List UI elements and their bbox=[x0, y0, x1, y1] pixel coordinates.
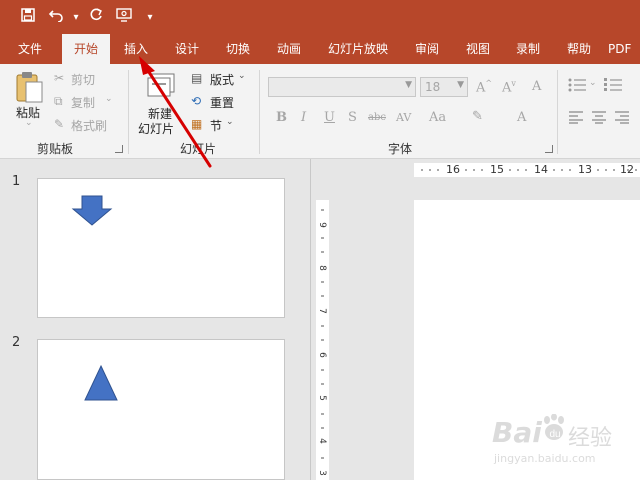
layout-dropdown-icon[interactable]: ⌄ bbox=[238, 71, 246, 81]
numbering-icon[interactable] bbox=[604, 78, 624, 95]
copy-dropdown-icon[interactable]: ⌄ bbox=[105, 94, 113, 104]
ruler-label: 13 bbox=[578, 163, 592, 176]
vertical-ruler: 9 8 7 6 5 4 3 bbox=[316, 200, 329, 480]
ribbon-separator bbox=[259, 70, 260, 154]
ruler-label: 14 bbox=[534, 163, 548, 176]
cut-button[interactable]: 剪切 bbox=[71, 71, 95, 88]
ribbon-separator bbox=[128, 70, 129, 154]
watermark-brand: Bai bbox=[492, 416, 542, 449]
slide-thumbnail-1[interactable] bbox=[37, 178, 285, 318]
ruler-label: 5 bbox=[316, 395, 327, 401]
strikethrough-button[interactable]: abc bbox=[368, 112, 386, 123]
shading-icon[interactable]: ✎ bbox=[472, 109, 483, 124]
clipboard-group-label: 剪贴板 bbox=[36, 142, 73, 156]
ruler-label: 9 bbox=[316, 222, 327, 228]
tab-view[interactable]: 视图 bbox=[456, 34, 500, 64]
copy-icon: ⧉ bbox=[54, 94, 63, 108]
tab-file[interactable]: 文件 bbox=[8, 34, 52, 64]
ruler-label: 16 bbox=[446, 163, 460, 176]
paw-icon: du bbox=[544, 414, 564, 440]
font-launcher-icon[interactable] bbox=[545, 145, 553, 153]
tab-review[interactable]: 审阅 bbox=[405, 34, 449, 64]
tab-record[interactable]: 录制 bbox=[506, 34, 550, 64]
slide-number: 2 bbox=[12, 335, 21, 350]
font-size-combo[interactable]: 18 ▼ bbox=[420, 77, 468, 97]
align-center-icon[interactable] bbox=[591, 110, 607, 127]
shadow-button[interactable]: S bbox=[348, 110, 357, 125]
slides-group-label: 幻灯片 bbox=[179, 142, 216, 156]
section-dropdown-icon[interactable]: ⌄ bbox=[226, 117, 234, 127]
quick-access-toolbar: ▾ ▾ bbox=[0, 0, 156, 34]
format-painter-icon: ✎ bbox=[54, 117, 65, 131]
decrease-font-size-icon[interactable]: Av bbox=[502, 79, 516, 95]
new-slide-label-2[interactable]: 幻灯片 bbox=[138, 120, 174, 137]
reset-icon: ⟲ bbox=[191, 94, 202, 108]
bullets-dropdown-icon[interactable]: ⌄ bbox=[589, 78, 597, 88]
baidu-watermark: Bai du 经验 jingyan.baidu.com bbox=[488, 404, 638, 474]
customize-qat-icon[interactable]: ▾ bbox=[144, 12, 156, 23]
ruler-label: 6 bbox=[316, 352, 327, 358]
tab-insert[interactable]: 插入 bbox=[114, 34, 158, 64]
paste-dropdown-icon[interactable]: ⌄ bbox=[25, 118, 33, 128]
ruler-label: 7 bbox=[316, 308, 327, 314]
ruler-label: 12 bbox=[620, 163, 634, 176]
layout-button[interactable]: 版式 bbox=[210, 71, 234, 88]
present-from-start-icon[interactable] bbox=[110, 8, 138, 26]
change-case-button[interactable]: Aa bbox=[429, 110, 446, 125]
undo-icon[interactable] bbox=[42, 8, 70, 26]
horizontal-ruler: 16 15 14 13 12 bbox=[414, 163, 640, 177]
paste-icon[interactable] bbox=[14, 70, 44, 107]
ruler-label: 8 bbox=[316, 265, 327, 271]
cut-icon: ✂ bbox=[54, 71, 65, 85]
align-left-icon[interactable] bbox=[568, 110, 584, 127]
svg-text:du: du bbox=[550, 429, 561, 440]
character-spacing-button[interactable]: AV bbox=[396, 111, 411, 124]
down-arrow-shape bbox=[71, 195, 113, 226]
triangle-shape bbox=[84, 364, 118, 401]
slide-number: 1 bbox=[12, 174, 21, 189]
increase-font-size-icon[interactable]: A^ bbox=[476, 79, 492, 95]
save-icon[interactable] bbox=[14, 8, 42, 26]
align-right-icon[interactable] bbox=[614, 110, 630, 127]
new-slide-icon[interactable] bbox=[146, 72, 176, 101]
font-color-button[interactable]: A bbox=[517, 110, 526, 125]
layout-icon: ▤ bbox=[191, 71, 203, 85]
underline-button[interactable]: U bbox=[324, 110, 335, 125]
tab-help[interactable]: 帮助 bbox=[557, 34, 601, 64]
clipboard-launcher-icon[interactable] bbox=[115, 145, 123, 153]
tab-home[interactable]: 开始 bbox=[62, 34, 110, 64]
reset-button[interactable]: 重置 bbox=[210, 94, 234, 111]
font-group-label: 字体 bbox=[387, 142, 412, 156]
redo-icon[interactable] bbox=[82, 8, 110, 26]
ruler-label: 3 bbox=[316, 470, 327, 476]
section-icon: ▦ bbox=[191, 117, 203, 131]
ribbon-separator bbox=[557, 70, 558, 154]
ruler-label: 4 bbox=[316, 438, 327, 444]
format-painter-button[interactable]: 格式刷 bbox=[71, 117, 107, 134]
ruler-label: 15 bbox=[490, 163, 504, 176]
tab-transitions[interactable]: 切换 bbox=[216, 34, 260, 64]
watermark-cn: 经验 bbox=[568, 426, 613, 451]
copy-button[interactable]: 复制 bbox=[71, 94, 95, 111]
bold-button[interactable]: B bbox=[276, 110, 287, 125]
tab-animations[interactable]: 动画 bbox=[267, 34, 311, 64]
tab-slideshow[interactable]: 幻灯片放映 bbox=[322, 34, 394, 64]
slide-thumbnail-2[interactable] bbox=[37, 339, 285, 480]
tab-pdf[interactable]: PDF bbox=[608, 34, 640, 64]
clear-formatting-icon[interactable]: A bbox=[532, 79, 541, 94]
tab-design[interactable]: 设计 bbox=[165, 34, 209, 64]
bullets-icon[interactable] bbox=[568, 78, 588, 95]
undo-dropdown-icon[interactable]: ▾ bbox=[70, 12, 82, 23]
font-name-combo[interactable]: ▼ bbox=[268, 77, 416, 97]
section-button[interactable]: 节 bbox=[210, 117, 222, 134]
watermark-url: jingyan.baidu.com bbox=[494, 452, 596, 465]
italic-button[interactable]: I bbox=[301, 110, 306, 125]
